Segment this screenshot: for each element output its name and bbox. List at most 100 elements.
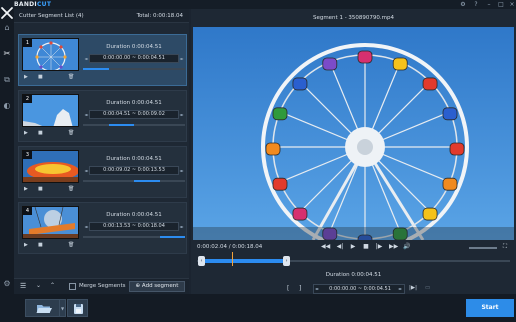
info-icon[interactable]: ◐ [2,101,12,111]
set-end-marker[interactable]: ] [299,285,301,292]
gondola [292,207,308,221]
stop-icon[interactable]: ■ [362,243,370,251]
segment-duration: Duration 0:00:04.51 [106,100,162,106]
open-dropdown-button[interactable]: ▼ [60,299,66,317]
range-stepper-left[interactable]: ◂▸ [83,55,90,62]
range-stepper-left[interactable]: ◂▸ [83,167,90,174]
close-icon[interactable] [0,6,14,20]
merge-segments-checkbox[interactable] [69,283,76,290]
gondola [422,207,438,221]
join-icon[interactable]: ⧉ [2,75,12,85]
segment-range[interactable]: ◂▸ 0:00:00.00 ~ 0:00:04.51 ◂▸ [83,54,185,63]
delete-icon[interactable]: 🗑 [68,129,74,138]
playhead[interactable] [232,252,233,266]
segment-row[interactable]: 3 ▶ ■ 🗑 Duration 0:00:04.51 ◂▸ 0:00:09.0… [18,146,187,198]
segment-list-title: Cutter Segment List (4) [19,13,84,19]
delete-icon[interactable]: 🗑 [68,73,74,82]
selection-end-handle[interactable]: › [283,256,290,266]
segment-range[interactable]: ◂▸ 0:00:13.53 ~ 0:00:18.04 ◂▸ [83,222,185,231]
segment-controls: ▶ ■ 🗑 [22,185,79,194]
scissors-icon[interactable]: ✂ [2,49,12,59]
step-forward-icon[interactable]: |▶ [375,243,383,251]
volume-slider[interactable] [469,247,497,249]
gondola [322,57,338,71]
volume-icon[interactable]: 🔊 [403,243,411,251]
ab-repeat-icon[interactable]: ▭ [425,285,430,291]
list-view-icon[interactable]: ☰ [20,282,26,290]
timeline-selection[interactable] [202,259,286,263]
segment-list-total: Total: 0:00:18.04 [136,13,183,19]
fullscreen-icon[interactable]: ⛶ [501,243,509,251]
left-rail: ⌂ ✂ ⧉ ◐ ⚙ [0,9,14,294]
settings-icon[interactable]: ⚙ [459,1,467,8]
stop-icon[interactable]: ■ [38,185,43,194]
play-icon[interactable]: ▶ [349,243,357,251]
play-icon[interactable]: ▶ [24,73,28,82]
segment-range[interactable]: ◂▸ 0:00:04.51 ~ 0:00:09.02 ◂▸ [83,110,185,119]
gondola [422,77,438,91]
segment-list-footer: ☰ ⌄ ⌃ Merge Segments ⊕ Add segment [14,278,189,294]
range-stepper-left[interactable]: ◂▸ [83,111,90,118]
gondola [392,57,408,71]
play-icon[interactable]: ▶ [24,129,28,138]
range-stepper-right[interactable]: ◂▸ [398,286,402,291]
delete-icon[interactable]: 🗑 [68,185,74,194]
bottom-bar: ▼ Start [0,294,516,322]
segment-list-panel: Cutter Segment List (4) Total: 0:00:18.0… [14,9,189,294]
segment-controls: ▶ ■ 🗑 [22,129,79,138]
range-stepper-right[interactable]: ◂▸ [178,111,185,118]
range-stepper-right[interactable]: ◂▸ [178,55,185,62]
range-stepper-left[interactable]: ◂▸ [83,223,90,230]
step-back-icon[interactable]: ◀| [336,243,344,251]
open-file-button[interactable] [25,299,60,317]
help-icon[interactable]: ? [472,1,480,8]
range-stepper-right[interactable]: ◂▸ [178,167,185,174]
maximize-icon[interactable]: □ [497,1,505,8]
stop-icon[interactable]: ■ [38,241,43,250]
skip-back-icon[interactable]: ◀◀ [321,243,330,251]
timeline[interactable]: ‹ › [197,252,510,266]
home-icon[interactable]: ⌂ [2,23,12,33]
start-button[interactable]: Start [466,299,514,317]
save-button[interactable] [67,299,88,317]
segment-position-bar [83,236,185,238]
add-segment-label: Add segment [141,283,179,289]
delete-icon[interactable]: 🗑 [68,241,74,250]
stop-icon[interactable]: ■ [38,129,43,138]
range-stepper-left[interactable]: ◂▸ [315,286,319,291]
play-icon[interactable]: ▶ [24,185,28,194]
segment-number: 2 [23,95,32,103]
segment-number: 1 [23,39,32,47]
chevron-up-icon[interactable]: ⌃ [50,282,55,289]
segment-range-text: 0:00:13.53 ~ 0:00:18.04 [103,223,165,229]
stop-icon[interactable]: ■ [38,73,43,82]
segment-duration: Duration 0:00:04.51 [106,156,162,162]
save-icon [74,304,83,314]
skip-forward-icon[interactable]: ▶▶ [389,243,398,251]
folder-open-icon [36,305,52,313]
range-stepper-right[interactable]: ◂▸ [178,223,185,230]
video-preview[interactable] [193,27,514,240]
segment-position-bar [83,68,185,70]
settings-icon[interactable]: ⚙ [2,279,12,289]
segment-row[interactable]: 4 ▶ ■ 🗑 Duration 0:00:04.51 ◂▸ 0:00:13.5… [18,202,187,254]
transport-bar: 0:00:02.04 / 0:00:18.04 ◀◀ ◀| ▶ ■ |▶ ▶▶ … [191,240,516,255]
segment-row[interactable]: 1 ▶ ■ 🗑 Duration 0:00:04.51 ◂▸ 0:00:00.0… [18,34,187,86]
segment-row[interactable]: 2 ▶ ■ 🗑 Duration 0:00:04.51 ◂▸ 0:00:04.5… [18,90,187,142]
gondola [442,107,458,121]
play-icon[interactable]: ▶ [24,241,28,250]
segment-range[interactable]: ◂▸ 0:00:09.02 ~ 0:00:13.53 ◂▸ [83,166,185,175]
window-close-icon[interactable]: × [508,1,516,8]
minimize-icon[interactable]: – [485,1,493,8]
jump-end-icon[interactable]: |▶| [409,285,417,291]
segment-number: 4 [23,207,32,215]
segment-thumbnail: 1 [22,38,79,71]
segment-controls: ▶ ■ 🗑 [22,73,79,82]
set-start-marker[interactable]: [ [287,285,289,292]
add-segment-button[interactable]: ⊕ Add segment [129,281,185,292]
chevron-down-icon[interactable]: ⌄ [36,282,41,289]
selection-start-handle[interactable]: ‹ [198,256,205,266]
preview-range-input[interactable]: ◂▸ 0:00:00.00 ~ 0:00:04.51 ◂▸ [313,284,405,294]
gondola [449,142,465,156]
segment-controls: ▶ ■ 🗑 [22,241,79,250]
